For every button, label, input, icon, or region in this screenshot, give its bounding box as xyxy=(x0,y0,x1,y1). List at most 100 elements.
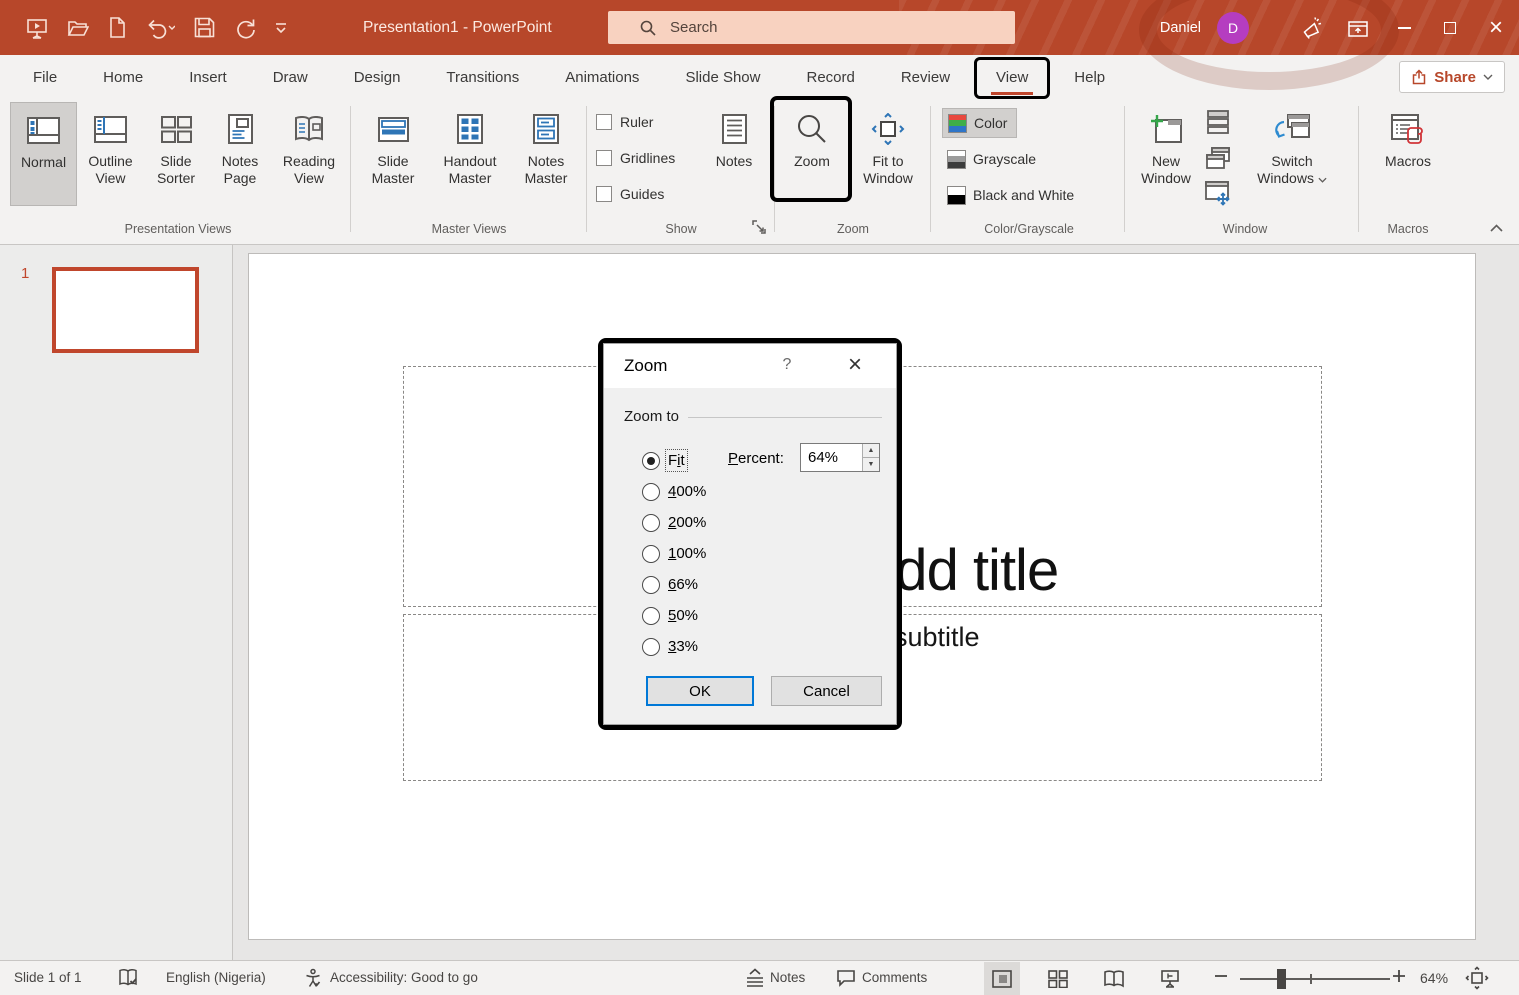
slide-thumbnail[interactable] xyxy=(52,267,199,353)
collapse-ribbon-button[interactable] xyxy=(1482,214,1510,242)
tab-record[interactable]: Record xyxy=(783,55,877,100)
tab-draw[interactable]: Draw xyxy=(250,55,331,100)
tab-review[interactable]: Review xyxy=(878,55,973,100)
guides-checkbox-row[interactable]: Guides xyxy=(596,184,664,204)
slide-sorter-view-toggle[interactable] xyxy=(1040,962,1076,995)
start-slideshow-icon[interactable] xyxy=(26,17,48,39)
close-button[interactable]: × xyxy=(1473,0,1519,55)
notes-master-button[interactable]: Notes Master xyxy=(510,102,582,206)
grayscale-button[interactable]: Grayscale xyxy=(942,144,1045,174)
tab-view[interactable]: View xyxy=(996,69,1028,86)
notes-button[interactable]: Notes xyxy=(704,102,764,206)
tab-transitions[interactable]: Transitions xyxy=(423,55,542,100)
cancel-button[interactable]: Cancel xyxy=(771,676,882,706)
user-name[interactable]: Daniel xyxy=(1160,20,1201,36)
400-radio[interactable] xyxy=(642,483,660,501)
33-radio[interactable] xyxy=(642,638,660,656)
move-split-button[interactable] xyxy=(1204,180,1232,208)
accessibility-icon[interactable] xyxy=(303,968,323,988)
minimize-button[interactable] xyxy=(1381,0,1427,55)
tab-design[interactable]: Design xyxy=(331,55,424,100)
coming-soon-megaphone-icon[interactable] xyxy=(1289,0,1335,55)
200-radio[interactable] xyxy=(642,514,660,532)
reading-view-toggle[interactable] xyxy=(1096,962,1132,995)
66-radio[interactable] xyxy=(642,576,660,594)
tab-insert[interactable]: Insert xyxy=(166,55,250,100)
undo-button[interactable] xyxy=(145,17,175,39)
open-file-icon[interactable] xyxy=(67,18,89,38)
save-button[interactable] xyxy=(194,17,215,38)
spin-up-button[interactable]: ▲ xyxy=(863,444,879,457)
slide-show-view-toggle[interactable] xyxy=(1152,962,1188,995)
zoom-dialog: Zoom ? × Zoom to Fit 400% 200% 100% 66% xyxy=(603,343,897,725)
zoom-dialog-titlebar[interactable]: Zoom ? × xyxy=(604,344,896,388)
slide-indicator[interactable]: Slide 1 of 1 xyxy=(14,970,82,985)
dialog-help-button[interactable]: ? xyxy=(777,356,797,374)
radio-row-fit[interactable]: Fit xyxy=(642,450,685,471)
ribbon-display-options-icon[interactable] xyxy=(1335,0,1381,55)
normal-view-button[interactable]: Normal xyxy=(10,102,77,206)
fit-radio[interactable] xyxy=(642,452,660,470)
tab-slide-show[interactable]: Slide Show xyxy=(662,55,783,100)
accessibility-status[interactable]: Accessibility: Good to go xyxy=(330,970,478,985)
50-radio[interactable] xyxy=(642,607,660,625)
guides-checkbox[interactable] xyxy=(596,186,612,202)
avatar[interactable]: D xyxy=(1217,12,1249,44)
fit-to-window-button[interactable]: Fit to Window xyxy=(850,102,926,206)
share-button[interactable]: Share xyxy=(1399,61,1505,93)
color-button[interactable]: Color xyxy=(942,108,1017,138)
titlebar: Presentation1 - PowerPoint Search Daniel… xyxy=(0,0,1519,55)
cascade-windows-button[interactable] xyxy=(1204,144,1232,172)
radio-row-100[interactable]: 100% xyxy=(642,543,706,564)
reading-view-button[interactable]: Reading View xyxy=(272,102,346,206)
ruler-checkbox-row[interactable]: Ruler xyxy=(596,112,653,132)
maximize-button[interactable] xyxy=(1427,0,1473,55)
percent-spinbox[interactable]: 64% ▲ ▼ xyxy=(800,443,880,472)
zoom-button[interactable]: Zoom xyxy=(780,102,844,206)
notes-toggle[interactable]: Notes xyxy=(770,970,805,985)
tab-help[interactable]: Help xyxy=(1051,55,1128,100)
percent-value[interactable]: 64% xyxy=(808,449,838,466)
switch-windows-button[interactable]: Switch Windows xyxy=(1244,102,1340,206)
handout-master-button[interactable]: Handout Master xyxy=(430,102,510,206)
status-bar: Slide 1 of 1 English (Nigeria) Accessibi… xyxy=(0,960,1519,995)
spell-check-icon[interactable] xyxy=(118,968,138,988)
radio-row-66[interactable]: 66% xyxy=(642,574,698,595)
redo-button[interactable] xyxy=(234,17,256,39)
new-window-button[interactable]: New Window xyxy=(1132,102,1200,206)
outline-view-button[interactable]: Outline View xyxy=(77,102,144,206)
gridlines-checkbox[interactable] xyxy=(596,150,612,166)
chevron-up-icon xyxy=(1490,224,1503,232)
zoom-out-button[interactable] xyxy=(1214,969,1228,983)
tab-home[interactable]: Home xyxy=(80,55,166,100)
slide-master-button[interactable]: Slide Master xyxy=(356,102,430,206)
normal-view-toggle[interactable] xyxy=(984,962,1020,995)
tab-animations[interactable]: Animations xyxy=(542,55,662,100)
zoom-slider-track[interactable] xyxy=(1240,978,1390,980)
customize-quick-access-icon[interactable] xyxy=(275,22,287,34)
gridlines-checkbox-row[interactable]: Gridlines xyxy=(596,148,675,168)
zoom-in-button[interactable] xyxy=(1392,969,1406,983)
fit-slide-to-window-button[interactable] xyxy=(1464,966,1490,990)
spin-down-button[interactable]: ▼ xyxy=(863,457,879,471)
tab-file[interactable]: File xyxy=(10,55,80,100)
100-radio[interactable] xyxy=(642,545,660,563)
language-indicator[interactable]: English (Nigeria) xyxy=(166,970,266,985)
radio-row-400[interactable]: 400% xyxy=(642,481,706,502)
comments-toggle[interactable]: Comments xyxy=(862,970,927,985)
arrange-all-button[interactable] xyxy=(1204,108,1232,136)
radio-row-50[interactable]: 50% xyxy=(642,605,698,626)
search-box[interactable]: Search xyxy=(608,11,1015,44)
radio-row-33[interactable]: 33% xyxy=(642,636,698,657)
slide-sorter-button[interactable]: Slide Sorter xyxy=(144,102,208,206)
zoom-level[interactable]: 64% xyxy=(1420,970,1448,986)
zoom-slider-thumb[interactable] xyxy=(1277,969,1286,989)
ok-button[interactable]: OK xyxy=(646,676,754,706)
notes-page-button[interactable]: Notes Page xyxy=(208,102,272,206)
black-and-white-button[interactable]: Black and White xyxy=(942,180,1083,210)
dialog-close-button[interactable]: × xyxy=(842,351,868,379)
ruler-checkbox[interactable] xyxy=(596,114,612,130)
new-document-icon[interactable] xyxy=(108,17,126,38)
radio-row-200[interactable]: 200% xyxy=(642,512,706,533)
macros-button[interactable]: Macros xyxy=(1376,102,1440,206)
